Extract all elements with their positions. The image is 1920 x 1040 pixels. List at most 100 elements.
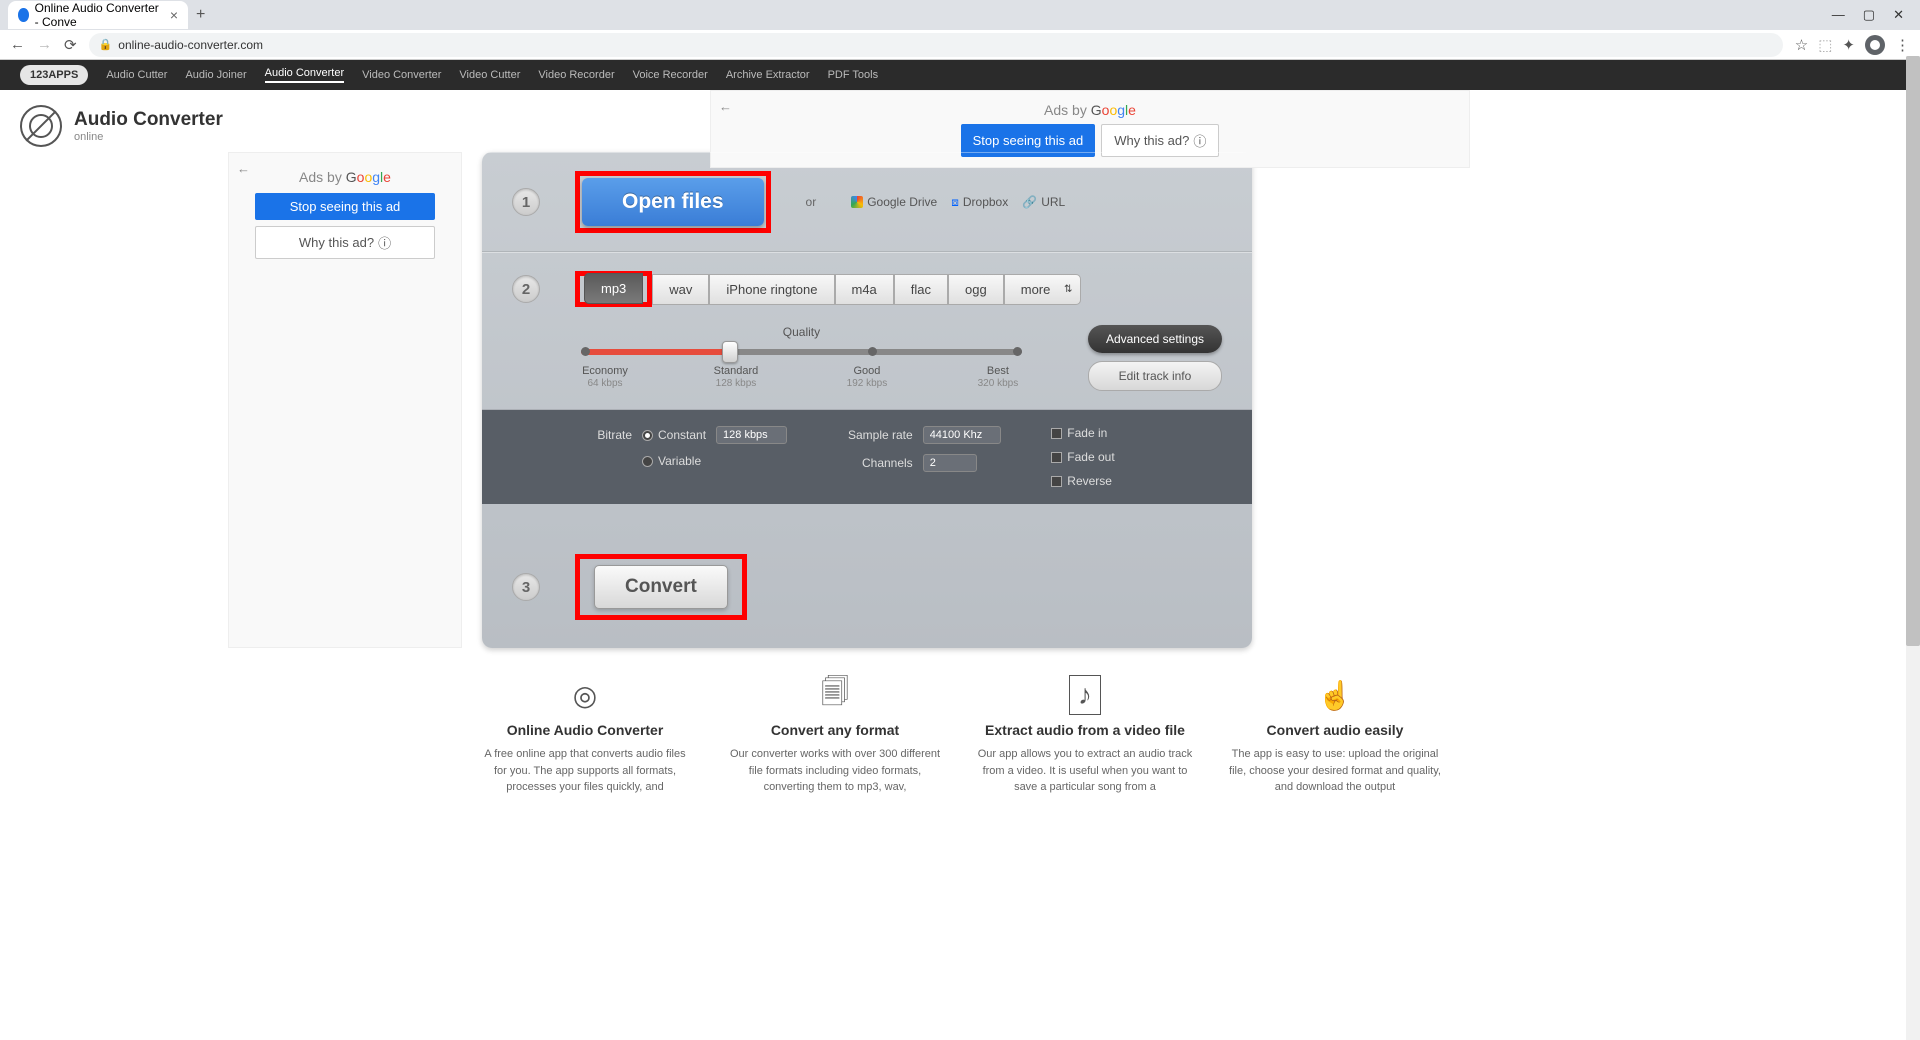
nav-voice-recorder[interactable]: Voice Recorder [633, 69, 708, 81]
format-tab-flac[interactable]: flac [894, 274, 948, 305]
reverse-checkbox[interactable]: Reverse [1051, 474, 1114, 488]
nav-pdf-tools[interactable]: PDF Tools [828, 69, 879, 81]
info-icon: ⓘ [378, 233, 391, 252]
site-topnav: 123APPS Audio Cutter Audio Joiner Audio … [0, 60, 1920, 90]
nav-video-converter[interactable]: Video Converter [362, 69, 441, 81]
google-drive-link[interactable]: Google Drive [851, 195, 937, 209]
nav-audio-cutter[interactable]: Audio Cutter [106, 69, 167, 81]
app-title-block: Audio Converter online [20, 105, 223, 147]
slider-fill [581, 349, 727, 355]
bitrate-variable-radio[interactable]: Variable [642, 454, 701, 468]
cloud-links: Google Drive ⧈Dropbox 🔗URL [851, 195, 1065, 210]
scrollbar[interactable] [1906, 56, 1920, 1040]
lock-icon: 🔒 [99, 38, 113, 51]
browser-tab[interactable]: Online Audio Converter - Conve × [8, 1, 188, 29]
bitrate-select[interactable]: 128 kbps [716, 426, 787, 444]
bitrate-constant-radio[interactable]: Constant [642, 428, 706, 442]
link-icon: 🔗 [1022, 195, 1037, 209]
page-subtitle: online [74, 131, 223, 143]
extension-icon[interactable]: ⬚ [1818, 36, 1832, 54]
url-link[interactable]: 🔗URL [1022, 195, 1065, 209]
format-tab-m4a[interactable]: m4a [835, 274, 894, 305]
bitrate-label: Bitrate [582, 428, 632, 442]
format-tab-ogg[interactable]: ogg [948, 274, 1004, 305]
feature-card: ◎ Online Audio Converter A free online a… [465, 678, 705, 796]
converter-panel: 1 Open files or Google Drive ⧈Dropbox 🔗U… [482, 152, 1252, 648]
stop-seeing-ad-button[interactable]: Stop seeing this ad [255, 193, 435, 220]
browser-chrome: Online Audio Converter - Conve × + — ▢ ✕… [0, 0, 1920, 60]
brand-badge[interactable]: 123APPS [20, 65, 88, 85]
feature-card: ☝ Convert audio easily The app is easy t… [1215, 678, 1455, 796]
feature-title: Online Audio Converter [477, 722, 693, 738]
info-icon: ⓘ [1193, 131, 1206, 150]
or-text: or [806, 195, 817, 209]
nav-archive-extractor[interactable]: Archive Extractor [726, 69, 810, 81]
minimize-icon[interactable]: — [1832, 7, 1845, 23]
fade-out-checkbox[interactable]: Fade out [1051, 450, 1114, 464]
quality-label: Quality [575, 325, 1028, 339]
feature-title: Convert any format [727, 722, 943, 738]
features-row: ◎ Online Audio Converter A free online a… [0, 648, 1920, 806]
forward-icon[interactable]: → [37, 36, 52, 53]
back-icon[interactable]: ← [10, 36, 25, 53]
format-tab-wav[interactable]: wav [652, 274, 709, 305]
quality-slider[interactable] [581, 349, 1022, 355]
ad-back-icon[interactable]: ← [237, 161, 250, 176]
audio-converter-icon: ◎ [477, 678, 693, 712]
reload-icon[interactable]: ⟳ [64, 36, 77, 54]
nav-video-recorder[interactable]: Video Recorder [538, 69, 614, 81]
window-controls: — ▢ ✕ [1832, 7, 1912, 23]
menu-icon[interactable]: ⋮ [1895, 36, 1910, 54]
format-tab-mp3[interactable]: mp3 [584, 273, 643, 304]
new-tab-button[interactable]: + [196, 6, 205, 24]
advanced-settings-button[interactable]: Advanced settings [1088, 325, 1222, 353]
step-1: 1 Open files or Google Drive ⧈Dropbox 🔗U… [482, 152, 1252, 252]
close-window-icon[interactable]: ✕ [1893, 7, 1904, 23]
step-3: 3 Convert [482, 504, 1252, 648]
format-tab-iphone[interactable]: iPhone ringtone [709, 274, 834, 305]
star-icon[interactable]: ☆ [1795, 36, 1808, 54]
page-title: Audio Converter [74, 109, 223, 131]
highlight-annotation: mp3 [575, 271, 652, 307]
dropbox-link[interactable]: ⧈Dropbox [951, 195, 1008, 210]
feature-desc: The app is easy to use: upload the origi… [1227, 746, 1443, 796]
slider-handle[interactable] [722, 341, 738, 363]
fade-in-checkbox[interactable]: Fade in [1051, 426, 1114, 440]
scrollbar-thumb[interactable] [1906, 56, 1920, 646]
channels-select[interactable]: 2 [923, 454, 977, 472]
quality-marks: Economy64 kbps Standard128 kbps Good192 … [575, 365, 1028, 389]
step-2: 2 mp3 wav iPhone ringtone m4a flac ogg m… [482, 252, 1252, 410]
advanced-settings-panel: Bitrate Constant 128 kbps Variable Sampl… [482, 410, 1252, 504]
open-files-button[interactable]: Open files [582, 178, 764, 226]
feature-card: 🗐 Convert any format Our converter works… [715, 678, 955, 796]
puzzle-icon[interactable]: ✦ [1842, 36, 1855, 54]
nav-audio-joiner[interactable]: Audio Joiner [185, 69, 246, 81]
nav-audio-converter[interactable]: Audio Converter [265, 67, 345, 83]
tab-bar: Online Audio Converter - Conve × + — ▢ ✕ [0, 0, 1920, 30]
feature-title: Convert audio easily [1227, 722, 1443, 738]
sample-rate-label: Sample rate [837, 428, 913, 442]
nav-video-cutter[interactable]: Video Cutter [459, 69, 520, 81]
ad-banner-left: ← Ads by Google Stop seeing this ad Why … [228, 152, 462, 648]
step-number: 1 [512, 188, 540, 216]
ad-back-icon[interactable]: ← [719, 99, 732, 114]
step-number: 2 [512, 275, 540, 303]
channels-label: Channels [837, 456, 913, 470]
close-icon[interactable]: × [170, 7, 178, 23]
favicon [18, 8, 29, 22]
feature-desc: A free online app that converts audio fi… [477, 746, 693, 796]
music-note-icon: ♪ [977, 678, 1193, 712]
profile-icon[interactable] [1865, 35, 1885, 55]
feature-card: ♪ Extract audio from a video file Our ap… [965, 678, 1205, 796]
maximize-icon[interactable]: ▢ [1863, 7, 1875, 23]
why-this-ad-button[interactable]: Why this ad? ⓘ [255, 226, 435, 259]
url-field[interactable]: 🔒 online-audio-converter.com [89, 33, 1783, 57]
sample-rate-select[interactable]: 44100 Khz [923, 426, 1002, 444]
feature-title: Extract audio from a video file [977, 722, 1193, 738]
format-tab-more[interactable]: more [1004, 274, 1082, 305]
highlight-annotation: Open files [575, 171, 771, 233]
highlight-annotation: Convert [575, 554, 747, 620]
convert-button[interactable]: Convert [594, 565, 728, 609]
google-drive-icon [851, 196, 863, 208]
edit-track-info-button[interactable]: Edit track info [1088, 361, 1222, 391]
